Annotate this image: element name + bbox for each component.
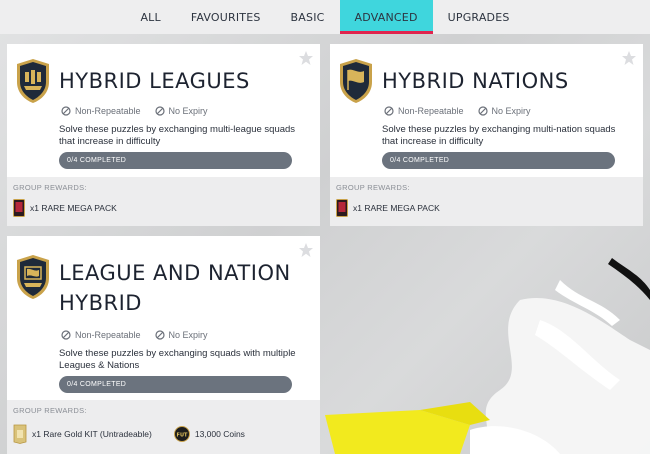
tab-basic[interactable]: BASIC: [276, 0, 340, 34]
progress-bar: 0/4 COMPLETED: [59, 152, 292, 169]
rare-mega-pack-icon: [13, 199, 25, 217]
sbc-card-hybrid-nations[interactable]: HYBRID NATIONS Non-Repeatable No Expiry …: [330, 44, 643, 226]
no-expiry-icon: [154, 330, 165, 340]
card-title: HYBRID LEAGUES: [59, 69, 250, 93]
tab-advanced[interactable]: ADVANCED: [339, 0, 433, 34]
no-expiry-label: No Expiry: [491, 106, 531, 116]
card-title: LEAGUE AND NATION: [59, 261, 291, 285]
favourite-star-icon[interactable]: [298, 50, 314, 66]
progress-label: 0/4 COMPLETED: [67, 157, 127, 164]
card-description: Solve these puzzles by exchanging multi-…: [382, 124, 616, 147]
group-rewards-label: GROUP REWARDS:: [13, 183, 87, 192]
reward-item: x1 RARE MEGA PACK: [13, 199, 117, 217]
non-repeatable-label: Non-Repeatable: [75, 106, 141, 116]
non-repeatable-label: Non-Repeatable: [398, 106, 464, 116]
non-repeatable-label: Non-Repeatable: [75, 330, 141, 340]
rare-mega-pack-icon: [336, 199, 348, 217]
group-rewards: GROUP REWARDS: x1 RARE MEGA PACK: [7, 177, 320, 226]
card-title: HYBRID NATIONS: [382, 69, 569, 93]
progress-bar: 0/4 COMPLETED: [382, 152, 615, 169]
no-expiry-icon: [477, 106, 488, 116]
reward-item: x1 RARE MEGA PACK: [336, 199, 440, 217]
coin-icon: FUT: [173, 426, 190, 442]
no-expiry-label: No Expiry: [168, 106, 208, 116]
league-nation-hybrid-badge-icon: [17, 255, 49, 299]
tab-bar: ALL FAVOURITES BASIC ADVANCED UPGRADES: [0, 0, 650, 34]
no-expiry-tag: No Expiry: [154, 330, 208, 340]
reward-item: x1 Rare Gold KIT (Untradeable): [13, 424, 152, 444]
tab-favourites[interactable]: FAVOURITES: [176, 0, 276, 34]
reward-label: x1 RARE MEGA PACK: [353, 203, 440, 213]
group-rewards-label: GROUP REWARDS:: [13, 406, 87, 415]
group-rewards-label: GROUP REWARDS:: [336, 183, 410, 192]
progress-bar: 0/4 COMPLETED: [59, 376, 292, 393]
reward-label: x1 RARE MEGA PACK: [30, 203, 117, 213]
card-meta: Non-Repeatable No Expiry: [61, 106, 208, 116]
card-meta: Non-Repeatable No Expiry: [61, 330, 208, 340]
reward-label: 13,000 Coins: [194, 429, 245, 439]
sbc-card-hybrid-leagues[interactable]: HYBRID LEAGUES Non-Repeatable No Expiry …: [7, 44, 320, 226]
non-repeatable-icon: [61, 330, 71, 340]
group-rewards: GROUP REWARDS: x1 Rare Gold KIT (Untrade…: [7, 400, 320, 454]
no-expiry-icon: [154, 106, 165, 116]
non-repeatable-icon: [61, 106, 71, 116]
kit-icon: [13, 424, 27, 444]
non-repeatable-tag: Non-Repeatable: [384, 106, 464, 116]
tab-upgrades[interactable]: UPGRADES: [433, 0, 525, 34]
no-expiry-tag: No Expiry: [477, 106, 531, 116]
card-description: Solve these puzzles by exchanging multi-…: [59, 124, 296, 147]
hybrid-nations-badge-icon: [340, 59, 372, 103]
card-meta: Non-Repeatable No Expiry: [384, 106, 531, 116]
non-repeatable-tag: Non-Repeatable: [61, 106, 141, 116]
card-title-line2: HYBRID: [59, 291, 142, 315]
progress-label: 0/4 COMPLETED: [390, 157, 450, 164]
progress-label: 0/4 COMPLETED: [67, 381, 127, 388]
non-repeatable-tag: Non-Repeatable: [61, 330, 141, 340]
card-description: Solve these puzzles by exchanging squads…: [59, 348, 296, 371]
favourite-star-icon[interactable]: [298, 242, 314, 258]
sbc-card-league-and-nation-hybrid[interactable]: LEAGUE AND NATION HYBRID Non-Repeatable …: [7, 236, 320, 454]
tab-all[interactable]: ALL: [125, 0, 175, 34]
no-expiry-tag: No Expiry: [154, 106, 208, 116]
hybrid-leagues-badge-icon: [17, 59, 49, 103]
group-rewards: GROUP REWARDS: x1 RARE MEGA PACK: [330, 177, 643, 226]
favourite-star-icon[interactable]: [621, 50, 637, 66]
reward-item: FUT 13,000 Coins: [173, 426, 245, 442]
reward-label: x1 Rare Gold KIT (Untradeable): [32, 429, 152, 439]
no-expiry-label: No Expiry: [168, 330, 208, 340]
coin-text: FUT: [176, 433, 187, 439]
non-repeatable-icon: [384, 106, 394, 116]
